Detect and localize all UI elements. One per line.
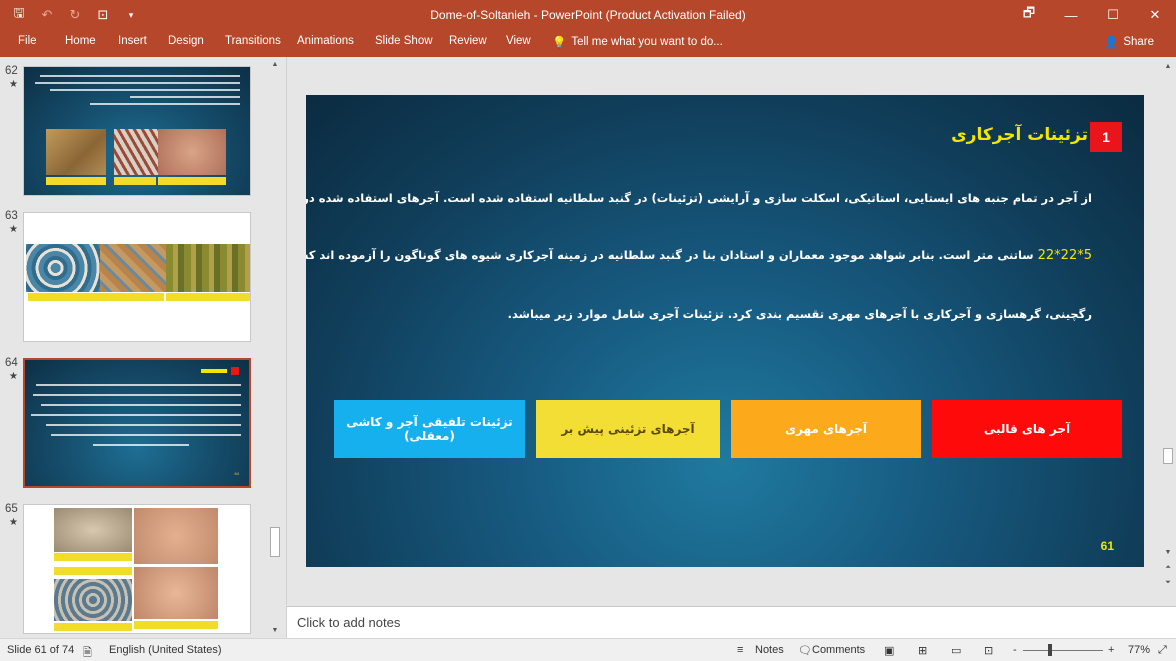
- customize-toolbar-icon[interactable]: ▾: [120, 5, 142, 25]
- ribbon-display-options-icon[interactable]: 🗗: [1008, 0, 1050, 30]
- dimension-highlight: 5*22*22: [1037, 248, 1092, 263]
- spell-check-icon[interactable]: 🗎: [83, 644, 92, 661]
- slide-thumbnail-pane: 62 ★ 63 ★ 64 ★ 64 65 ★ ▲ ▼: [0, 57, 286, 638]
- slide-thumbnail-64[interactable]: 64: [23, 358, 251, 488]
- animation-star-icon: ★: [9, 517, 18, 528]
- notes-placeholder: Click to add notes: [297, 615, 401, 630]
- animation-star-icon: ★: [9, 224, 18, 235]
- category-box-molded-bricks[interactable]: آجر های قالبی: [932, 400, 1122, 458]
- tab-animations[interactable]: Animations: [297, 35, 354, 47]
- share-label: Share: [1123, 36, 1154, 48]
- share-button[interactable]: 👤 Share: [1100, 33, 1158, 51]
- person-icon: 👤: [1103, 37, 1119, 49]
- thumbnail-number: 62 ★: [5, 65, 18, 90]
- language-indicator[interactable]: English (United States): [109, 644, 222, 656]
- thumbnail-number: 65 ★: [5, 503, 18, 528]
- thumbnail-number: 63 ★: [5, 210, 18, 235]
- tab-home[interactable]: Home: [65, 35, 96, 47]
- tab-transitions[interactable]: Transitions: [225, 35, 281, 47]
- scrollbar-thumb[interactable]: [1163, 448, 1173, 464]
- thumbnail-number: 64 ★: [5, 357, 18, 382]
- category-box-brick-tile-combination[interactable]: تزئینات تلفیقی آجر و کاشی (معقلی): [334, 400, 525, 458]
- zoom-slider-knob[interactable]: [1048, 644, 1052, 656]
- tab-insert[interactable]: Insert: [118, 35, 147, 47]
- slide-number: 61: [1100, 539, 1114, 553]
- current-slide[interactable]: 1 تزئینات آجرکاری از آجر در تمام جنبه ها…: [306, 95, 1144, 567]
- notes-toggle[interactable]: Notes: [755, 644, 784, 656]
- title-number-badge: 1: [1090, 122, 1122, 152]
- scrollbar-thumb[interactable]: [270, 527, 280, 557]
- slideshow-view-icon[interactable]: ⊡: [984, 644, 993, 657]
- category-box-stamped-bricks[interactable]: آجرهای مهری: [731, 400, 921, 458]
- scroll-down-icon[interactable]: ▼: [269, 625, 281, 637]
- window-controls: 🗗 — ☐ ✕: [1008, 0, 1176, 30]
- animation-star-icon: ★: [9, 79, 18, 90]
- tab-review[interactable]: Review: [449, 35, 487, 47]
- normal-view-icon[interactable]: ▣: [884, 644, 894, 657]
- editing-scrollbar[interactable]: ▲ ▼ ⏶ ⏷: [1160, 57, 1176, 605]
- tell-me-search[interactable]: 💡 Tell me what you want to do...: [552, 35, 723, 49]
- close-icon[interactable]: ✕: [1134, 0, 1176, 30]
- quick-access-toolbar: 🖫 ↶ ↻ ⊡ ▾: [8, 5, 142, 25]
- status-bar: Slide 61 of 74 🗎 English (United States)…: [0, 638, 1176, 661]
- notes-icon[interactable]: ≡: [737, 644, 743, 656]
- category-box-precut-bricks[interactable]: آجرهای تزئینی پیش بر: [536, 400, 720, 458]
- reading-view-icon[interactable]: ▭: [951, 644, 961, 657]
- notes-pane[interactable]: Click to add notes: [286, 606, 1176, 638]
- save-icon[interactable]: 🖫: [8, 5, 30, 25]
- fit-slide-icon[interactable]: ⤢: [1158, 644, 1167, 657]
- window-title: Dome-of-Soltanieh - PowerPoint (Product …: [430, 8, 746, 22]
- scroll-down-icon[interactable]: ▼: [1162, 547, 1174, 559]
- next-slide-icon[interactable]: ⏷: [1162, 577, 1174, 589]
- slide-title[interactable]: تزئینات آجرکاری: [951, 125, 1088, 145]
- slide-thumbnail-63[interactable]: [23, 212, 251, 342]
- tab-design[interactable]: Design: [168, 35, 204, 47]
- animation-star-icon: ★: [9, 371, 18, 382]
- redo-icon[interactable]: ↻: [64, 5, 86, 25]
- lightbulb-icon: 💡: [552, 37, 567, 49]
- undo-icon[interactable]: ↶: [36, 5, 58, 25]
- tab-slide-show[interactable]: Slide Show: [375, 35, 433, 47]
- comments-icon[interactable]: 🗨: [798, 644, 812, 657]
- zoom-out-button[interactable]: -: [1013, 644, 1017, 656]
- tab-file[interactable]: File: [18, 35, 37, 47]
- minimize-icon[interactable]: —: [1050, 0, 1092, 30]
- tell-me-text: Tell me what you want to do...: [571, 36, 723, 48]
- slide-thumbnail-62[interactable]: [23, 66, 251, 196]
- slide-editing-area: 1 تزئینات آجرکاری از آجر در تمام جنبه ها…: [286, 57, 1176, 605]
- maximize-icon[interactable]: ☐: [1092, 0, 1134, 30]
- paragraph-line-2[interactable]: 5*22*22 ساتنی متر است. بنابر شواهد موجود…: [306, 248, 1092, 263]
- zoom-level[interactable]: 77%: [1128, 644, 1150, 656]
- paragraph-line-1[interactable]: از آجر در تمام جنبه های ایستایی، استاتیک…: [306, 191, 1092, 205]
- comments-toggle[interactable]: Comments: [812, 644, 865, 656]
- present-from-start-icon[interactable]: ⊡: [92, 5, 114, 25]
- previous-slide-icon[interactable]: ⏶: [1162, 562, 1174, 574]
- paragraph-line-3[interactable]: رگچینی، گرهسازی و آجرکاری با آجرهای مهری…: [312, 307, 1092, 321]
- scroll-up-icon[interactable]: ▲: [1162, 61, 1174, 73]
- ribbon-tabs: File Home Insert Design Transitions Anim…: [0, 30, 1176, 57]
- zoom-slider[interactable]: [1023, 650, 1103, 651]
- tab-view[interactable]: View: [506, 35, 531, 47]
- slide-counter: Slide 61 of 74: [7, 644, 75, 656]
- slide-thumbnail-65[interactable]: [23, 504, 251, 634]
- zoom-in-button[interactable]: +: [1108, 644, 1114, 656]
- thumbnail-scrollbar[interactable]: ▲ ▼: [268, 57, 282, 638]
- scroll-up-icon[interactable]: ▲: [269, 59, 281, 71]
- title-bar: 🖫 ↶ ↻ ⊡ ▾ Dome-of-Soltanieh - PowerPoint…: [0, 0, 1176, 30]
- slide-sorter-icon[interactable]: ⊞: [918, 644, 927, 657]
